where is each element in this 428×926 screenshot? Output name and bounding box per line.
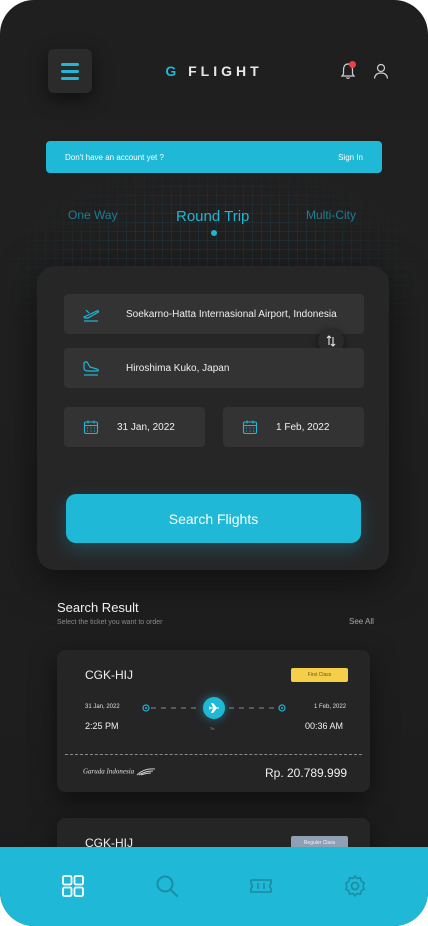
return-date-field[interactable]: 1 Feb, 2022 (223, 407, 364, 447)
return-date-value: 1 Feb, 2022 (276, 421, 330, 433)
gear-icon[interactable] (343, 874, 367, 898)
tab-one-way[interactable]: One Way (68, 208, 118, 222)
see-all-link[interactable]: See All (349, 617, 374, 626)
logo-accent: G (165, 63, 181, 79)
from-field[interactable]: Soekarno-Hatta Internasional Airport, In… (64, 294, 364, 334)
arrive-time: 00:36 AM (305, 721, 344, 731)
from-value: Soekarno-Hatta Internasional Airport, In… (126, 308, 337, 320)
ticket-divider (65, 754, 362, 755)
grid-icon[interactable] (61, 874, 85, 898)
calendar-icon (242, 420, 258, 435)
airline-name: Garuda Indonesia (83, 767, 135, 776)
airline-logo: Garuda Indonesia (83, 767, 156, 777)
landing-icon (83, 361, 99, 376)
signup-banner: Don't have an account yet ? Sign In (46, 141, 382, 173)
sign-in-link[interactable]: Sign In (338, 153, 363, 162)
user-icon[interactable] (373, 63, 389, 79)
takeoff-icon (82, 309, 100, 322)
search-flights-button[interactable]: Search Flights (66, 494, 361, 543)
airplane-glyph (209, 703, 219, 713)
tab-round-trip[interactable]: Round Trip (176, 208, 249, 225)
search-icon[interactable] (155, 874, 179, 898)
calendar-icon (83, 420, 99, 435)
bottom-navigation (0, 847, 428, 926)
garuda-bird-icon (136, 768, 155, 776)
logo-text: FLIGHT (188, 63, 263, 79)
active-tab-indicator (211, 230, 217, 236)
route-code: CGK-HIJ (85, 668, 133, 682)
swap-icon (326, 335, 336, 347)
depart-date: 31 Jan, 2022 (85, 704, 120, 710)
depart-date-field[interactable]: 31 Jan, 2022 (64, 407, 205, 447)
app-logo: G FLIGHT (0, 63, 428, 79)
ticket-card[interactable]: CGK-HIJ First Class 31 Jan, 2022 2:25 PM… (57, 650, 370, 792)
banner-text: Don't have an account yet ? (65, 152, 164, 162)
results-title: Search Result (57, 600, 139, 615)
notification-badge (349, 61, 356, 68)
depart-time: 2:25 PM (85, 721, 119, 731)
arrive-date: 1 Feb, 2022 (314, 704, 347, 710)
app-screen: G FLIGHT Don't have an account yet ? Sig… (0, 0, 428, 926)
ticket-price: Rp. 20.789.999 (265, 766, 348, 780)
ticket-icon[interactable] (249, 874, 273, 898)
class-badge: First Class (291, 668, 348, 682)
tab-multi-city[interactable]: Multi-City (306, 208, 356, 222)
depart-date-value: 31 Jan, 2022 (117, 421, 175, 433)
airplane-icon (203, 697, 225, 719)
to-field[interactable]: Hiroshima Kuko, Japan (64, 348, 364, 388)
results-subtitle: Select the ticket you want to order (57, 619, 163, 626)
flight-duration: 7h (210, 726, 215, 731)
to-value: Hiroshima Kuko, Japan (126, 362, 230, 374)
